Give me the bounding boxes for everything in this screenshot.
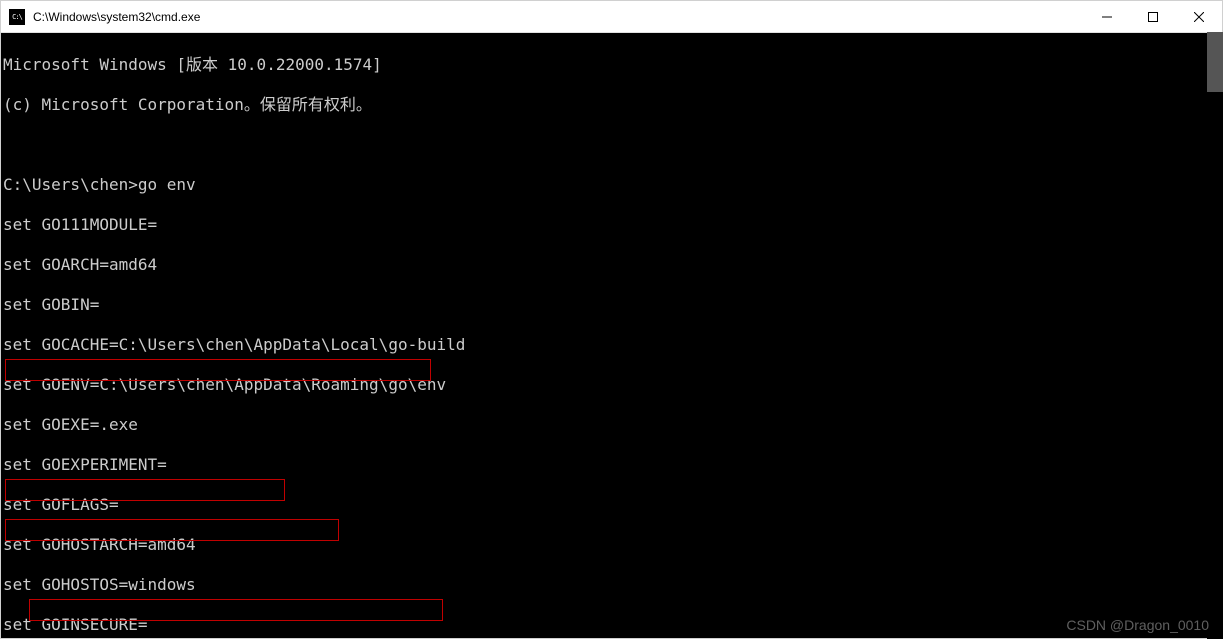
env-line: set GOCACHE=C:\Users\chen\AppData\Local\… bbox=[3, 335, 1220, 355]
env-line: set GOBIN= bbox=[3, 295, 1220, 315]
titlebar[interactable]: C:\ C:\Windows\system32\cmd.exe bbox=[1, 1, 1222, 33]
maximize-button[interactable] bbox=[1130, 1, 1176, 32]
cmd-window: C:\ C:\Windows\system32\cmd.exe Microsof… bbox=[0, 0, 1223, 639]
env-line: set GOHOSTOS=windows bbox=[3, 575, 1220, 595]
cmd-icon-label: C:\ bbox=[12, 13, 22, 21]
terminal-output[interactable]: Microsoft Windows [版本 10.0.22000.1574] (… bbox=[1, 33, 1222, 638]
env-line: set GOEXE=.exe bbox=[3, 415, 1220, 435]
minimize-icon bbox=[1102, 12, 1112, 22]
env-line: set GOHOSTARCH=amd64 bbox=[3, 535, 1220, 555]
env-line: set GOARCH=amd64 bbox=[3, 255, 1220, 275]
env-line: set GOENV=C:\Users\chen\AppData\Roaming\… bbox=[3, 375, 1220, 395]
env-line: set GO111MODULE= bbox=[3, 215, 1220, 235]
window-title: C:\Windows\system32\cmd.exe bbox=[33, 10, 1084, 24]
env-line: set GOFLAGS= bbox=[3, 495, 1220, 515]
minimize-button[interactable] bbox=[1084, 1, 1130, 32]
window-controls bbox=[1084, 1, 1222, 32]
cmd-icon: C:\ bbox=[9, 9, 25, 25]
scrollbar-thumb[interactable] bbox=[1207, 32, 1223, 92]
terminal-line: (c) Microsoft Corporation。保留所有权利。 bbox=[3, 95, 1220, 115]
maximize-icon bbox=[1148, 12, 1158, 22]
terminal-line: Microsoft Windows [版本 10.0.22000.1574] bbox=[3, 55, 1220, 75]
close-icon bbox=[1194, 12, 1204, 22]
watermark: CSDN @Dragon_0010 bbox=[1066, 617, 1209, 633]
scrollbar[interactable] bbox=[1207, 32, 1223, 639]
close-button[interactable] bbox=[1176, 1, 1222, 32]
env-line: set GOEXPERIMENT= bbox=[3, 455, 1220, 475]
prompt-line: C:\Users\chen>go env bbox=[3, 175, 1220, 195]
env-line: set GOINSECURE= bbox=[3, 615, 1220, 635]
terminal-line bbox=[3, 135, 1220, 155]
